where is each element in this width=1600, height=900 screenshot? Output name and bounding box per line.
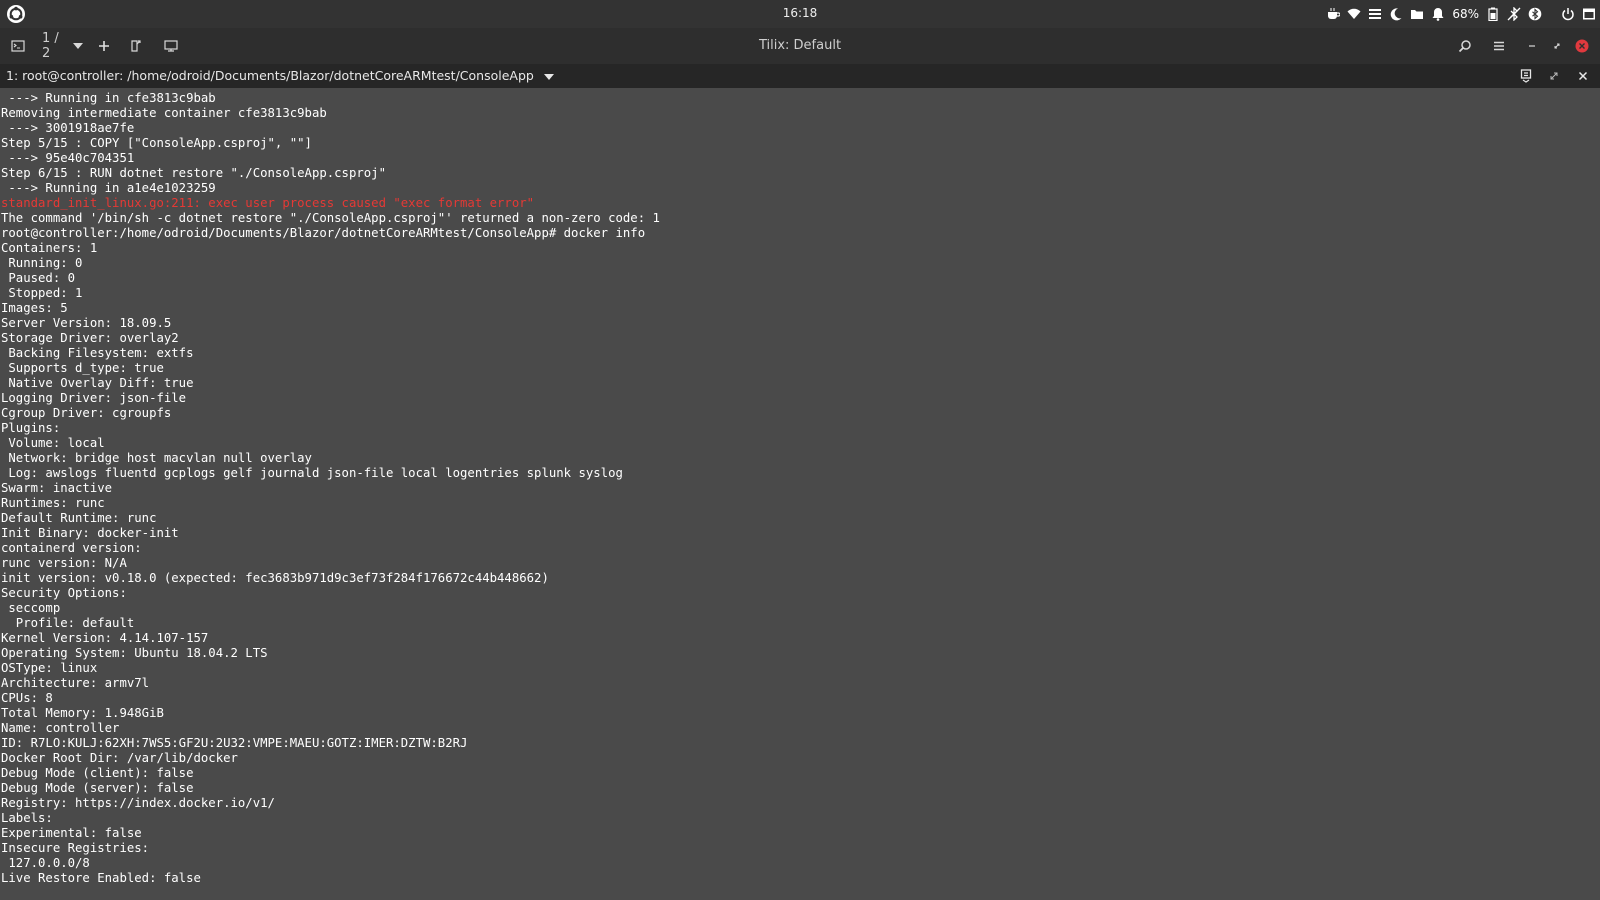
terminal-line: Default Runtime: runc [1, 511, 157, 525]
terminal-line: Debug Mode (client): false [1, 766, 194, 780]
terminal-lines: ---> Running in cfe3813c9bab Removing int… [1, 91, 660, 886]
terminal-line: Debug Mode (server): false [1, 781, 194, 795]
bluetooth-off-icon[interactable] [1507, 7, 1521, 21]
terminal-line: Storage Driver: overlay2 [1, 331, 179, 345]
terminal-line: ID: R7LO:KULJ:62XH:7WS5:GF2U:2U32:VMPE:M… [1, 736, 468, 750]
battery-icon[interactable] [1486, 7, 1500, 21]
terminal-line: Swarm: inactive [1, 481, 113, 495]
terminal-line: runc version: N/A [1, 556, 127, 570]
terminal-line: Docker Root Dir: /var/lib/docker [1, 751, 238, 765]
terminal-line: Registry: https://index.docker.io/v1/ [1, 796, 275, 810]
coffee-icon[interactable] [1326, 7, 1341, 21]
terminal-line: Cgroup Driver: cgroupfs [1, 406, 172, 420]
system-tray: 68% [1326, 4, 1596, 24]
terminal-line: Init Binary: docker-init [1, 526, 179, 540]
close-icon[interactable] [1574, 37, 1590, 55]
terminal-line: The command '/bin/sh -c dotnet restore "… [1, 211, 660, 225]
terminal-line: Step 6/15 : RUN dotnet restore "./Consol… [1, 166, 386, 180]
terminal-line: containerd version: [1, 541, 142, 555]
close-terminal-icon[interactable] [1575, 68, 1591, 84]
terminal-line: Running: 0 [1, 256, 83, 270]
search-icon[interactable] [1456, 37, 1474, 55]
tilix-header-bar: 1 / 2 Tilix: Default [0, 28, 1600, 64]
terminal-output[interactable]: ---> Running in cfe3813c9bab Removing int… [0, 88, 1600, 900]
terminal-line: Runtimes: runc [1, 496, 105, 510]
window-title: Tilix: Default [758, 38, 842, 53]
terminal-title[interactable]: 1: root@controller: /home/odroid/Documen… [6, 68, 554, 83]
terminal-title-dropdown-icon[interactable] [543, 73, 554, 80]
terminal-line: ---> Running in a1e4e1023259 [1, 181, 216, 195]
terminal-line: Removing intermediate container cfe3813c… [1, 106, 327, 120]
battery-percent[interactable]: 68% [1452, 7, 1479, 21]
maximize-terminal-icon[interactable] [1546, 68, 1562, 84]
wifi-icon[interactable] [1347, 7, 1361, 21]
terminal-line: Insecure Registries: [1, 841, 150, 855]
terminal-line: init version: v0.18.0 (expected: fec3683… [1, 571, 549, 585]
system-top-bar: 16:18 68% [0, 0, 1600, 28]
terminal-line: root@controller:/home/odroid/Documents/B… [1, 226, 646, 240]
terminal-line: Network: bridge host macvlan null overla… [1, 451, 312, 465]
terminal-line: Architecture: armv7l [1, 676, 150, 690]
terminal-line: 127.0.0.0/8 [1, 856, 90, 870]
terminal-line: Total Memory: 1.948GiB [1, 706, 164, 720]
terminal-line: Step 5/15 : COPY ["ConsoleApp.csproj", "… [1, 136, 312, 150]
terminal-line: Plugins: [1, 421, 61, 435]
terminal-line: Stopped: 1 [1, 286, 83, 300]
terminal-line: Server Version: 18.09.5 [1, 316, 172, 330]
terminal-title-label: 1: root@controller: /home/odroid/Documen… [6, 68, 534, 83]
terminal-line: Paused: 0 [1, 271, 76, 285]
terminal-title-bar[interactable]: 1: root@controller: /home/odroid/Documen… [0, 64, 1600, 88]
window-icon[interactable] [1582, 7, 1596, 21]
menu-lines-icon[interactable] [1368, 7, 1382, 21]
terminal-line: Security Options: [1, 586, 127, 600]
terminal-line: Name: controller [1, 721, 120, 735]
terminal-line: Experimental: false [1, 826, 142, 840]
terminal-line: Profile: default [1, 616, 135, 630]
terminal-line: seccomp [1, 601, 61, 615]
minimize-icon[interactable] [1524, 37, 1540, 55]
terminal-error-line: standard_init_linux.go:211: exec user pr… [1, 196, 535, 210]
terminal-line: ---> 95e40c704351 [1, 151, 135, 165]
maximize-icon[interactable] [1549, 37, 1565, 55]
terminal-line: ---> 3001918ae7fe [1, 121, 135, 135]
hamburger-menu-icon[interactable] [1490, 37, 1508, 55]
terminal-line: Log: awslogs fluentd gcplogs gelf journa… [1, 466, 623, 480]
terminal-line: Logging Driver: json-file [1, 391, 187, 405]
power-icon[interactable] [1561, 7, 1575, 21]
terminal-line: Native Overlay Diff: true [1, 376, 194, 390]
terminal-line: OSType: linux [1, 661, 98, 675]
moon-icon[interactable] [1389, 7, 1403, 21]
terminal-line: Live Restore Enabled: false [1, 871, 201, 885]
terminal-line: Backing Filesystem: extfs [1, 346, 194, 360]
terminal-line: CPUs: 8 [1, 691, 53, 705]
terminal-line: Kernel Version: 4.14.107-157 [1, 631, 209, 645]
broadcast-icon[interactable] [1518, 68, 1534, 84]
folder-icon[interactable] [1410, 7, 1424, 21]
terminal-line: Containers: 1 [1, 241, 98, 255]
terminal-line: Supports d_type: true [1, 361, 164, 375]
terminal-line: Operating System: Ubuntu 18.04.2 LTS [1, 646, 268, 660]
bluetooth-icon[interactable] [1528, 7, 1542, 21]
terminal-line: Volume: local [1, 436, 105, 450]
terminal-line: Labels: [1, 811, 53, 825]
terminal-line: Images: 5 [1, 301, 68, 315]
bell-icon[interactable] [1431, 7, 1445, 21]
terminal-line: ---> Running in cfe3813c9bab [1, 91, 216, 105]
